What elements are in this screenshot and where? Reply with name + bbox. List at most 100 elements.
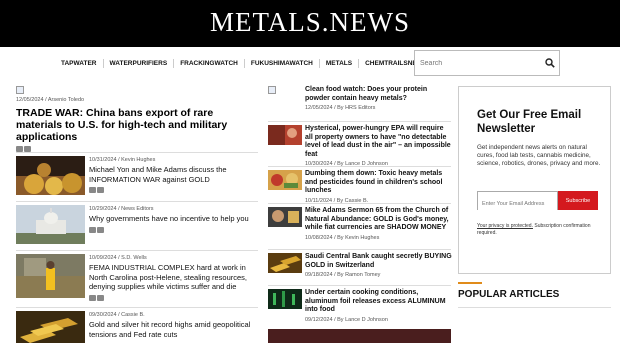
article-text: 10/29/2024 / News Editors Why government… — [89, 205, 259, 233]
article-thumbnail[interactable] — [16, 254, 85, 298]
article-thumbnail[interactable] — [16, 156, 85, 195]
article-date: 09/18/2024 — [305, 272, 333, 278]
nav-item-metals[interactable]: METALS — [320, 60, 358, 67]
article-thumbnail[interactable] — [268, 253, 302, 273]
search-icon[interactable] — [545, 58, 555, 68]
article-headline[interactable]: Clean food watch: Does your protein powd… — [305, 86, 453, 103]
left-article-column: 12/05/2024 / Arsenio Toledo TRADE WAR: C… — [16, 86, 258, 343]
article-thumbnail[interactable] — [16, 205, 85, 244]
list-item[interactable]: Mike Adams Sermon 65 from the Church of … — [268, 203, 451, 248]
article-text: 10/31/2024 / Kevin Hughes Michael Yon an… — [89, 156, 259, 193]
list-item[interactable]: Saudi Central Bank caught secretly BUYIN… — [268, 249, 453, 284]
article-date: 09/30/2024 — [89, 312, 117, 318]
list-item[interactable]: Under certain cooking conditions, alumin… — [268, 285, 453, 324]
article-headline[interactable]: Hysterical, power-hungry EPA will requir… — [305, 125, 453, 159]
article-text: 09/30/2024 / Cassie B. Gold and silver h… — [89, 311, 259, 339]
article-image-placeholder[interactable] — [268, 86, 276, 94]
article-headline[interactable]: Why governments have no incentive to hel… — [89, 214, 259, 224]
article-author[interactable]: By Kevin Hughes — [337, 235, 379, 241]
article-author[interactable]: By Ramon Tomey — [337, 272, 380, 278]
popular-articles-heading: POPULAR ARTICLES — [458, 289, 560, 300]
article-text: Clean food watch: Does your protein powd… — [305, 86, 453, 112]
twitter-share-icon[interactable] — [97, 226, 104, 233]
article-text: Dumbing them down: Toxic heavy metals an… — [305, 170, 453, 205]
article-author[interactable]: Kevin Hughes — [121, 157, 155, 163]
newsletter-signup: Get Our Free Email Newsletter Get indepe… — [458, 86, 611, 274]
article-thumbnail[interactable] — [268, 125, 302, 145]
facebook-share-icon[interactable] — [89, 187, 96, 193]
article-meta: 10/09/2024 / S.D. Wells — [89, 254, 259, 262]
divider — [458, 307, 611, 308]
search-input[interactable] — [415, 51, 543, 75]
article-text: Saudi Central Bank caught secretly BUYIN… — [305, 253, 453, 279]
article-headline[interactable]: Mike Adams Sermon 65 from the Church of … — [305, 207, 453, 233]
article-headline[interactable]: Under certain cooking conditions, alumin… — [305, 289, 453, 315]
email-field[interactable] — [478, 195, 557, 213]
article-thumbnail[interactable] — [268, 289, 302, 309]
article-thumbnail[interactable] — [268, 207, 302, 227]
article-meta: 12/05/2024 / By HRS Editors — [305, 104, 453, 112]
facebook-share-icon[interactable] — [89, 226, 96, 233]
section-accent-bar — [458, 282, 482, 284]
list-item[interactable]: Hysterical, power-hungry EPA will requir… — [268, 121, 453, 168]
newsletter-heading: Get Our Free Email Newsletter — [477, 109, 582, 135]
nav-item-tapwater[interactable]: TAPWATER — [55, 60, 103, 67]
site-logo[interactable]: METALS.NEWS — [0, 7, 620, 38]
article-date: 10/29/2024 — [89, 206, 117, 212]
article-thumbnail[interactable] — [268, 329, 451, 343]
share-buttons — [89, 187, 259, 193]
email-field-wrapper — [477, 191, 558, 213]
article-headline[interactable]: Gold and silver hit record highs amid ge… — [89, 320, 259, 339]
article-meta: 09/12/2024 / By Lance D Johnson — [305, 316, 453, 324]
share-buttons — [89, 294, 259, 301]
nav-item-fukushimawatch[interactable]: FUKUSHIMAWATCH — [245, 60, 319, 67]
article-text: Hysterical, power-hungry EPA will requir… — [305, 125, 453, 168]
lead-meta: 12/05/2024 / Arsenio Toledo — [16, 96, 258, 104]
twitter-share-icon[interactable] — [97, 294, 104, 301]
article-headline[interactable]: FEMA INDUSTRIAL COMPLEX hard at work in … — [89, 263, 259, 292]
article-meta: 09/18/2024 / By Ramon Tomey — [305, 271, 453, 279]
article-meta: 09/30/2024 / Cassie B. — [89, 311, 259, 319]
article-meta: 10/29/2024 / News Editors — [89, 205, 259, 213]
list-item[interactable]: Clean food watch: Does your protein powd… — [268, 86, 451, 120]
article-meta: 10/31/2024 / Kevin Hughes — [89, 156, 259, 164]
article-text: 10/09/2024 / S.D. Wells FEMA INDUSTRIAL … — [89, 254, 259, 301]
list-item[interactable]: 10/31/2024 / Kevin Hughes Michael Yon an… — [16, 152, 258, 200]
list-item[interactable]: 10/29/2024 / News Editors Why government… — [16, 201, 258, 249]
main-nav: TAPWATER WATERPURIFIERS FRACKINGWATCH FU… — [55, 59, 433, 68]
lead-headline[interactable]: TRADE WAR: China bans export of rare mat… — [16, 107, 258, 143]
article-headline[interactable]: Dumbing them down: Toxic heavy metals an… — [305, 170, 453, 196]
article-date: 10/09/2024 — [89, 255, 117, 261]
article-author[interactable]: S.D. Wells — [121, 255, 147, 261]
article-text: Under certain cooking conditions, alumin… — [305, 289, 453, 324]
list-item[interactable]: 09/30/2024 / Cassie B. Gold and silver h… — [16, 307, 258, 343]
search-box — [414, 50, 560, 76]
lead-author[interactable]: Arsenio Toledo — [48, 97, 84, 103]
article-author[interactable]: Cassie B. — [121, 312, 145, 318]
nav-item-waterpurifiers[interactable]: WATERPURIFIERS — [104, 60, 174, 67]
nav-item-frackingwatch[interactable]: FRACKINGWATCH — [174, 60, 244, 67]
article-date: 12/05/2024 — [305, 105, 333, 111]
article-author[interactable]: By Lance D Johnson — [337, 317, 388, 323]
list-item[interactable]: Dumbing them down: Toxic heavy metals an… — [268, 166, 453, 205]
article-thumbnail[interactable] — [16, 311, 85, 343]
privacy-note: Your privacy is protected. Subscription … — [477, 223, 605, 236]
article-author[interactable]: News Editors — [121, 206, 153, 212]
article-headline[interactable]: Saudi Central Bank caught secretly BUYIN… — [305, 253, 453, 270]
subscribe-button[interactable]: Subscribe — [558, 191, 598, 210]
list-item[interactable]: 10/09/2024 / S.D. Wells FEMA INDUSTRIAL … — [16, 250, 258, 310]
article-headline[interactable]: Michael Yon and Mike Adams discuss the I… — [89, 165, 259, 184]
twitter-share-icon[interactable] — [97, 187, 104, 193]
article-date: 10/31/2024 — [89, 157, 117, 163]
facebook-share-icon[interactable] — [89, 294, 96, 301]
share-buttons — [89, 226, 259, 233]
article-date: 09/12/2024 — [305, 316, 333, 323]
article-text: Mike Adams Sermon 65 from the Church of … — [305, 207, 453, 242]
newsletter-description: Get independent news alerts on natural c… — [477, 144, 601, 167]
lead-image-placeholder[interactable] — [16, 86, 24, 94]
lead-date: 12/05/2024 — [16, 97, 44, 103]
article-meta: 10/08/2024 / By Kevin Hughes — [305, 234, 453, 242]
article-thumbnail[interactable] — [268, 170, 302, 190]
article-author[interactable]: By HRS Editors — [337, 105, 375, 111]
privacy-link[interactable]: Your privacy is protected. — [477, 223, 533, 229]
